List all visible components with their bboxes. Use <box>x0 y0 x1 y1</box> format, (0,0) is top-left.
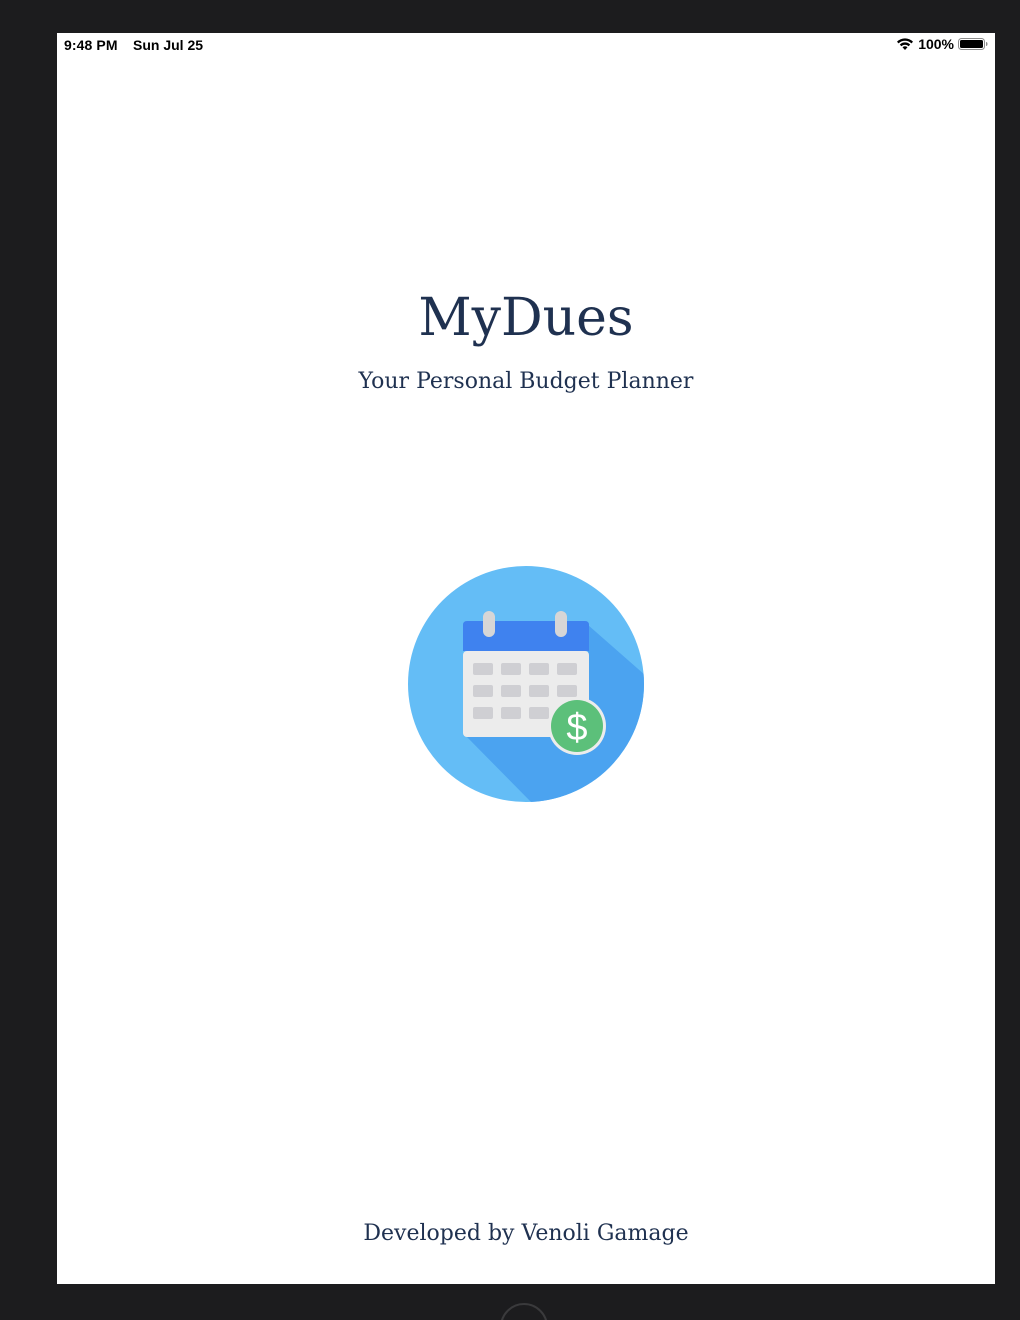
app-title: MyDues <box>418 288 634 348</box>
status-indicators: 100% <box>896 36 988 52</box>
status-date: Sun Jul 25 <box>133 37 204 53</box>
home-button[interactable] <box>500 1303 548 1320</box>
battery-percent: 100% <box>918 36 954 52</box>
svg-text:$: $ <box>566 707 587 749</box>
device-frame: 9:48 PM Sun Jul 25 100% MyDues Your Pers… <box>0 0 1020 1320</box>
status-time: 9:48 PM <box>64 37 118 53</box>
wifi-icon <box>896 37 914 51</box>
app-subtitle: Your Personal Budget Planner <box>358 369 694 394</box>
developer-credit: Developed by Venoli Gamage <box>363 1221 689 1246</box>
calendar-dollar-icon: $ <box>407 565 645 803</box>
status-bar: 9:48 PM Sun Jul 25 100% <box>57 33 995 57</box>
battery-full-icon <box>958 37 988 51</box>
app-screen: 9:48 PM Sun Jul 25 100% MyDues Your Pers… <box>57 33 995 1284</box>
